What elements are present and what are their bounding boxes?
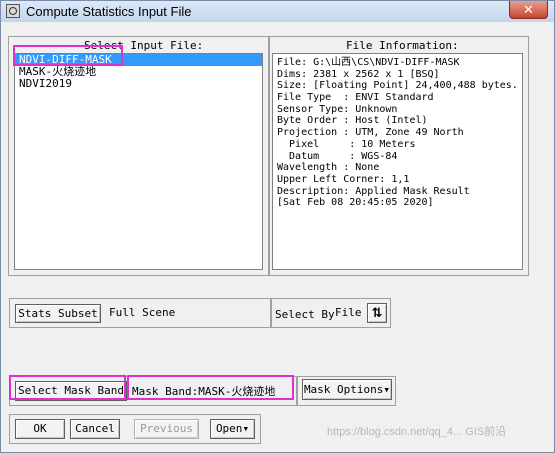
window-title: Compute Statistics Input File bbox=[26, 4, 192, 19]
highlight-mask-label bbox=[127, 375, 294, 400]
mask-options-button[interactable]: Mask Options▾ bbox=[302, 379, 392, 400]
highlight-mask-button bbox=[9, 375, 126, 400]
file-info-line: Description: Applied Mask Result bbox=[277, 185, 470, 197]
file-list-item[interactable]: NDVI2019 bbox=[15, 78, 262, 90]
file-info-line: Upper Left Corner: 1,1 bbox=[277, 173, 410, 185]
file-info-line: Projection : UTM, Zone 49 North bbox=[277, 127, 464, 139]
select-by-value: File bbox=[335, 306, 362, 319]
file-info-line: Byte Order : Host (Intel) bbox=[277, 115, 428, 127]
open-label: Open bbox=[215, 422, 243, 435]
dialog-window: Compute Statistics Input File ✕ Select I… bbox=[0, 0, 555, 453]
select-by-label: Select By bbox=[275, 308, 335, 321]
chevron-down-icon: ▾ bbox=[383, 383, 391, 396]
title-bar: Compute Statistics Input File ✕ bbox=[1, 1, 554, 22]
cancel-button[interactable]: Cancel bbox=[70, 419, 120, 439]
file-info-line: [Sat Feb 08 20:45:05 2020] bbox=[277, 197, 434, 209]
file-info-line: Size: [Floating Point] 24,400,488 bytes. bbox=[277, 80, 518, 92]
file-info-line: Wavelength : None bbox=[277, 162, 380, 174]
previous-button[interactable]: Previous bbox=[134, 419, 199, 439]
stats-subset-button[interactable]: Stats Subset bbox=[15, 304, 101, 323]
stats-subset-value: Full Scene bbox=[109, 306, 176, 319]
file-info-line: Pixel : 10 Meters bbox=[277, 138, 416, 150]
chevron-down-icon: ▾ bbox=[242, 422, 250, 435]
highlight-selected-file bbox=[13, 45, 123, 66]
file-info-line: Datum : WGS-84 bbox=[277, 150, 398, 162]
watermark-text: https://blog.csdn.net/qq_4... GIS前沿 bbox=[327, 426, 507, 438]
file-info-line: Dims: 2381 x 2562 x 1 [BSQ] bbox=[277, 68, 440, 80]
input-file-list[interactable]: NDVI-DIFF-MASK MASK-火烧迹地 NDVI2019 bbox=[14, 53, 263, 270]
open-menu-button[interactable]: Open▾ bbox=[210, 419, 255, 439]
file-info-line: File Type : ENVI Standard bbox=[277, 92, 434, 104]
file-info-line: File: G:\山西\CS\NDVI-DIFF-MASK bbox=[277, 57, 460, 68]
ok-button[interactable]: OK bbox=[15, 419, 65, 439]
file-info-title: File Information: bbox=[346, 39, 459, 52]
file-info-line: Sensor Type: Unknown bbox=[277, 103, 398, 115]
select-by-toggle-icon[interactable]: ⇅ bbox=[367, 303, 387, 323]
file-info-box: File: G:\山西\CS\NDVI-DIFF-MASK Dims: 2381 … bbox=[272, 53, 523, 270]
close-button[interactable]: ✕ bbox=[509, 1, 548, 19]
envi-app-icon bbox=[6, 4, 20, 18]
mask-options-label: Mask Options bbox=[303, 383, 384, 396]
